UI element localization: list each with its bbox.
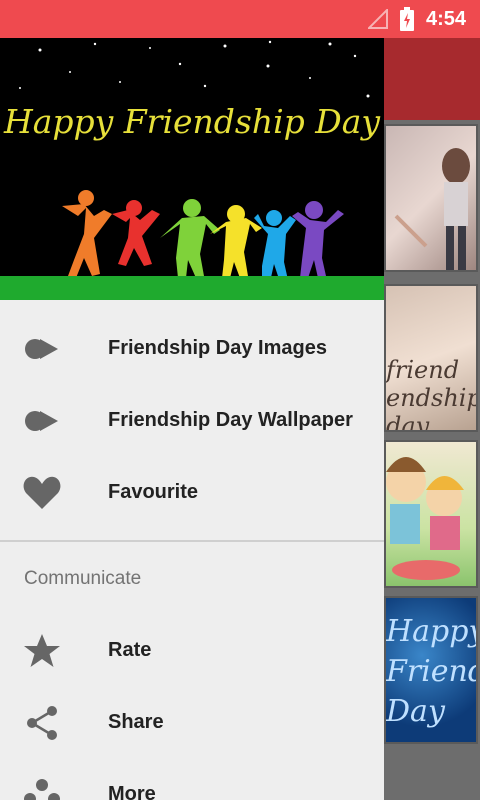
battery-charging-icon — [400, 7, 414, 31]
signal-icon — [368, 9, 388, 29]
couple-silhouette — [394, 148, 470, 270]
menu-item-label: Favourite — [108, 481, 199, 503]
star-icon — [24, 634, 60, 667]
clock: 4:54 — [426, 8, 467, 30]
menu-item-label: Friendship Day Wallpaper — [108, 409, 353, 431]
heart-icon — [23, 476, 61, 509]
menu-item-friendship-day-images[interactable]: Friendship Day Images — [0, 313, 384, 385]
menu-item-rate[interactable]: Rate — [0, 615, 384, 687]
grass-strip — [0, 276, 384, 300]
drawer-header: Happy Friendship Day — [0, 38, 384, 300]
menu-item-friendship-day-wallpaper[interactable]: Friendship Day Wallpaper — [0, 385, 384, 457]
image-card[interactable]: Happy Friendship Day — [384, 596, 478, 744]
status-bar: 4:54 — [0, 0, 480, 38]
menu-item-label: Share — [108, 711, 164, 733]
card-caption: friend endship day — [386, 356, 478, 432]
image-card[interactable] — [384, 124, 478, 272]
drawer-divider — [0, 540, 384, 542]
menu-item-favourite[interactable]: Favourite — [0, 457, 384, 529]
menu-item-label: More — [108, 783, 156, 800]
record-forward-icon — [25, 339, 58, 359]
share-icon — [27, 706, 57, 740]
record-forward-icon — [25, 411, 58, 431]
menu-item-label: Rate — [108, 639, 152, 661]
card-caption: Happy Friendship Day — [386, 614, 478, 729]
stars-and-kids-illustration — [19, 40, 370, 282]
navigation-drawer: Happy Friendship Day Friendship Day Imag… — [0, 38, 384, 800]
menu-item-more[interactable]: More — [0, 759, 384, 800]
image-card[interactable]: friend endship day — [384, 284, 478, 432]
header-title: Happy Friendship Day — [3, 102, 381, 141]
section-header-communicate: Communicate — [24, 568, 142, 589]
menu-item-label: Friendship Day Images — [108, 337, 327, 359]
menu-item-share[interactable]: Share — [0, 687, 384, 759]
cartoon-kids-image — [386, 457, 464, 580]
image-card[interactable] — [384, 440, 478, 588]
people-icon — [24, 779, 60, 800]
